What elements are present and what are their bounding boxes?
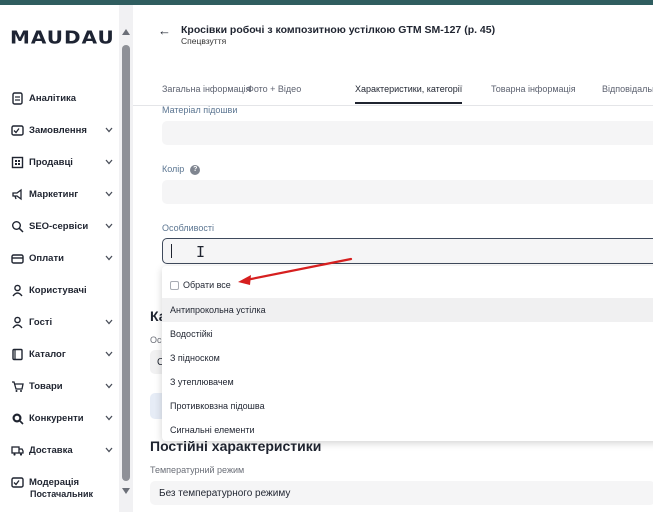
annotation-arrow-head	[238, 275, 251, 285]
annotation-arrow	[238, 257, 353, 285]
annotation-arrow-line	[244, 257, 353, 282]
